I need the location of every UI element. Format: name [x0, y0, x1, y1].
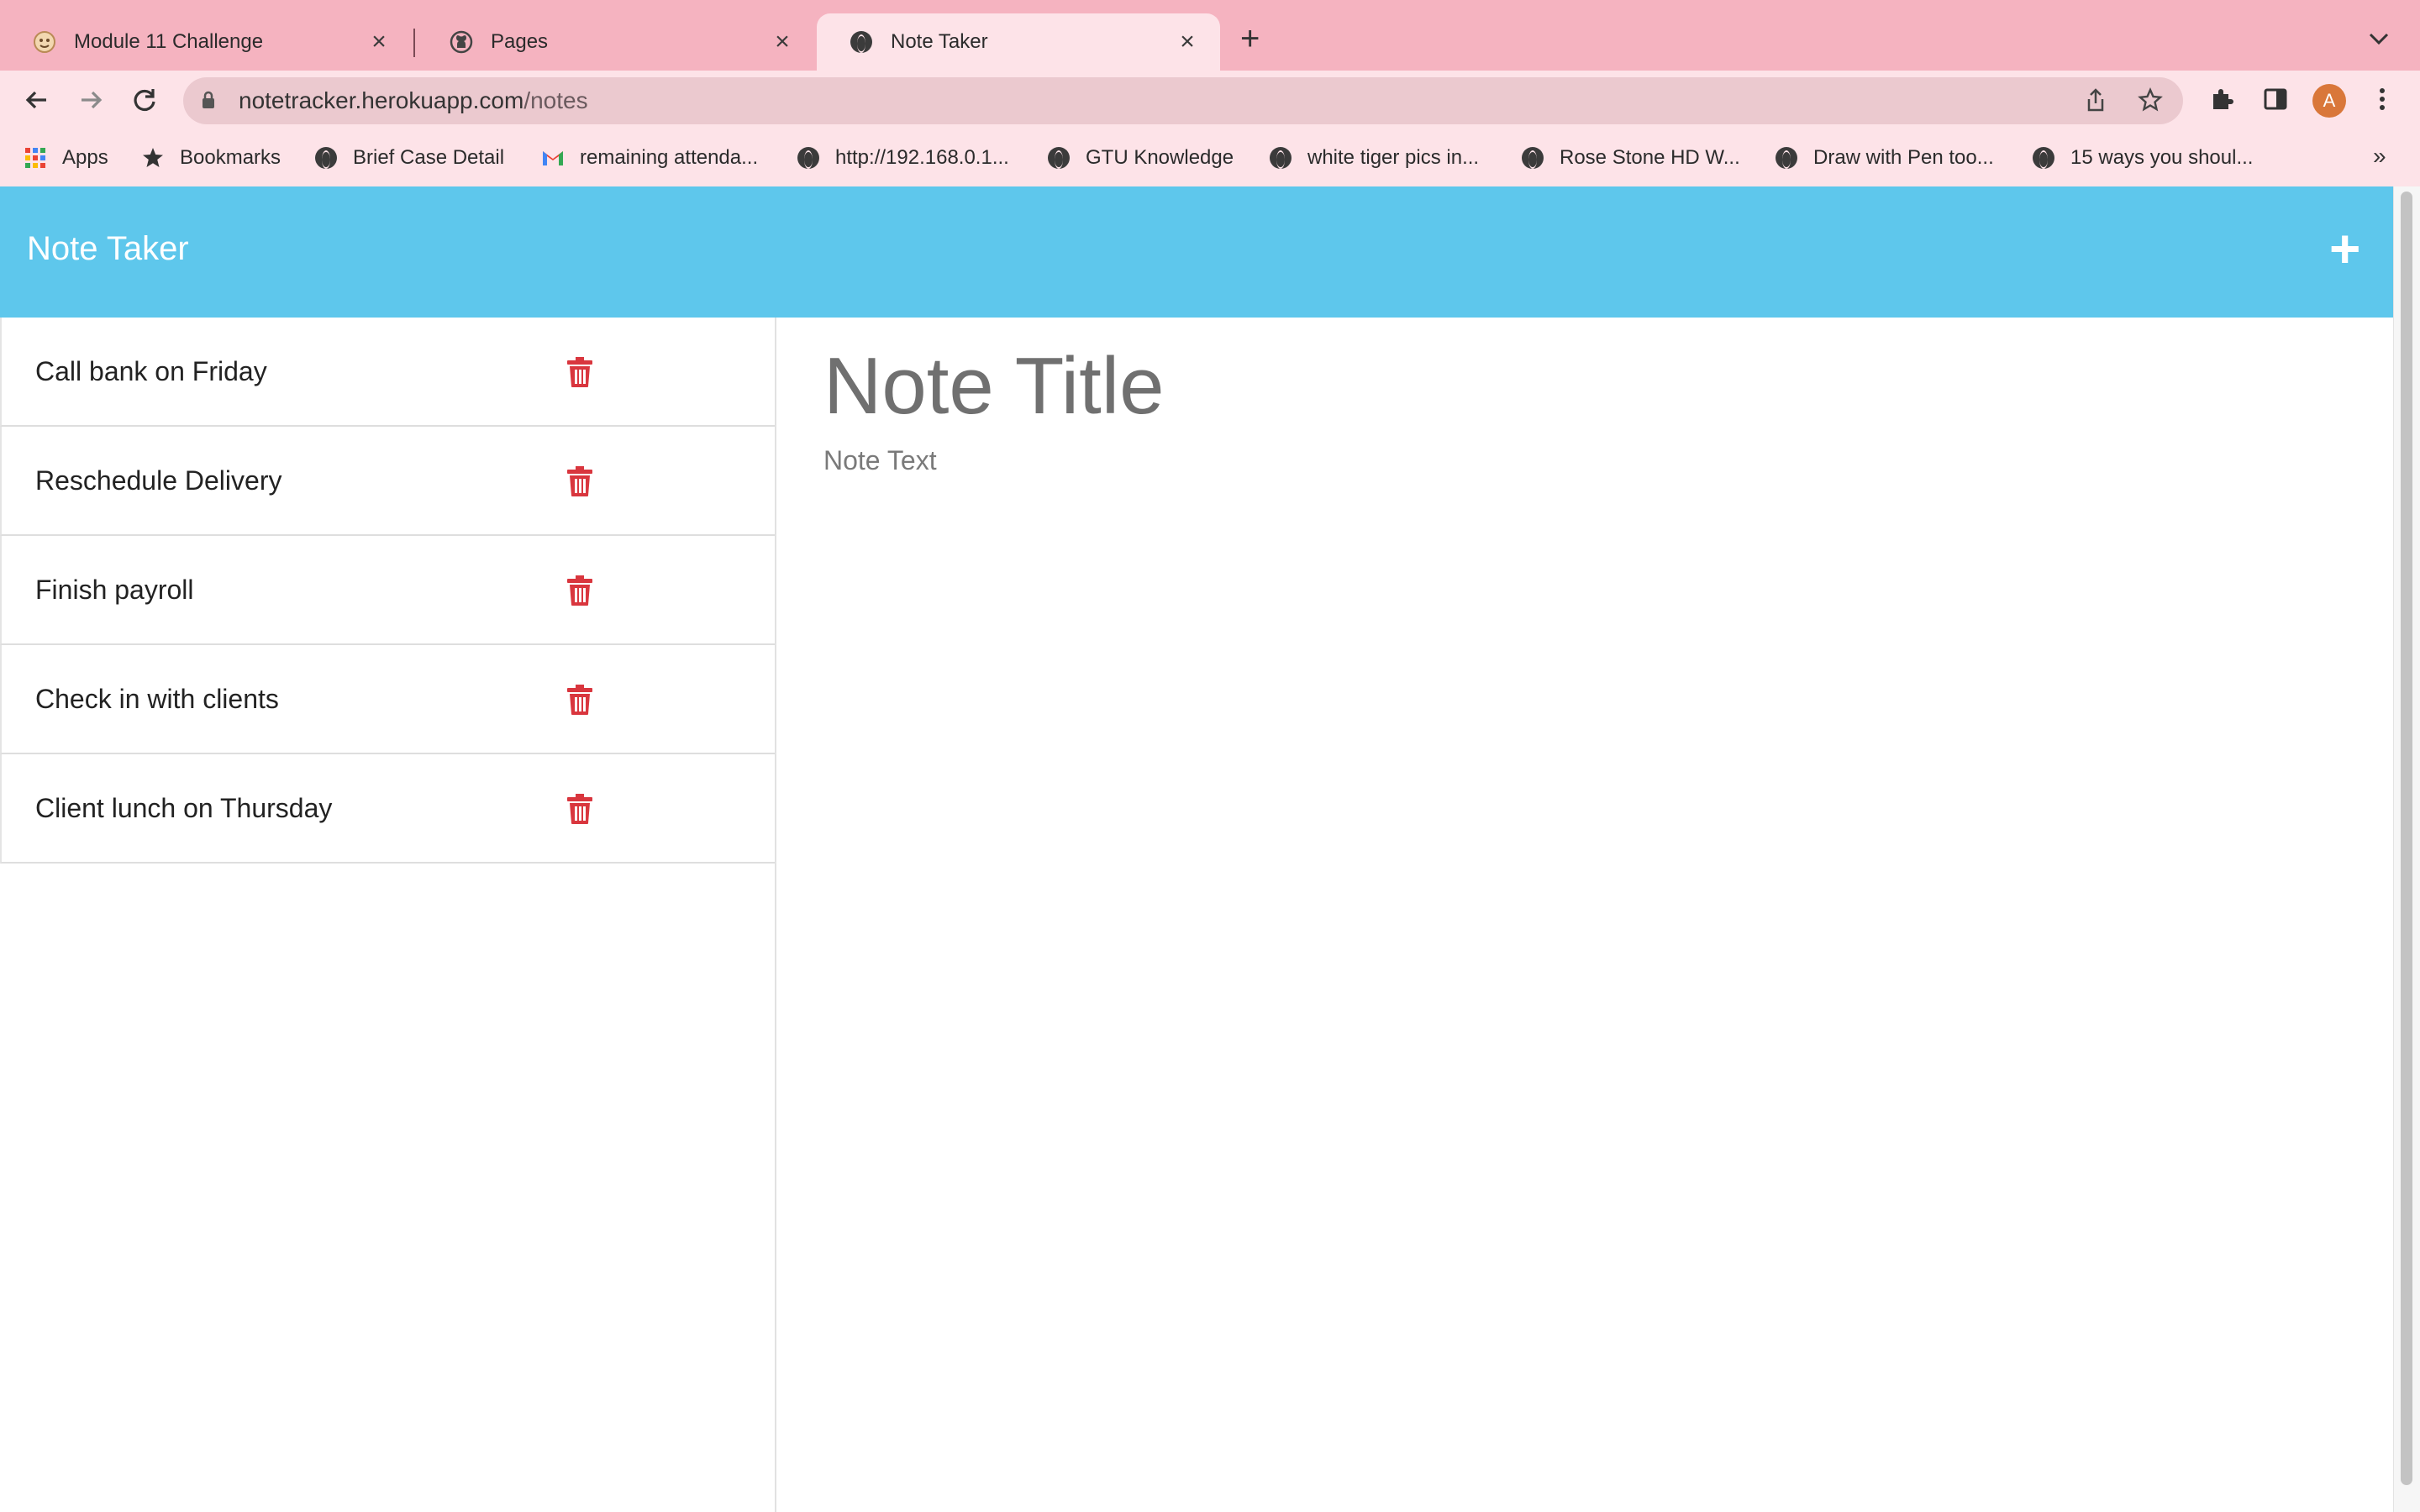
tab-label: Note Taker: [891, 30, 988, 53]
bookmark-label: remaining attenda...: [580, 146, 759, 169]
globe-icon: [849, 29, 874, 55]
globe-icon: [314, 146, 338, 170]
close-icon[interactable]: ×: [770, 28, 795, 56]
bookmark-white-tiger-pics[interactable]: white tiger pics in...: [1269, 146, 1479, 170]
globe-icon: [1269, 146, 1292, 170]
note-text-textarea[interactable]: [822, 444, 2254, 951]
trash-delete-icon[interactable]: [566, 684, 593, 716]
note-title[interactable]: Call bank on Friday: [35, 356, 267, 387]
url-text[interactable]: notetracker.herokuapp.com/notes: [239, 87, 588, 114]
tab-label: Module 11 Challenge: [74, 30, 264, 53]
globe-icon: [1521, 146, 1544, 170]
note-list-item[interactable]: Client lunch on Thursday: [0, 754, 775, 864]
trash-delete-icon[interactable]: [566, 465, 593, 497]
tab-module-11-challenge[interactable]: Module 11 Challenge ×: [0, 13, 412, 71]
tab-separator: [413, 29, 415, 57]
page-scrollbar[interactable]: [2393, 186, 2420, 1512]
bookmark-remaining-attendance[interactable]: remaining attenda...: [541, 146, 758, 170]
browser-toolbar: notetracker.herokuapp.com/notes A: [0, 71, 2420, 131]
bookmark-rose-stone[interactable]: Rose Stone HD W...: [1521, 146, 1740, 170]
bookmark-label: Draw with Pen too...: [1813, 146, 1994, 169]
app-brand[interactable]: Note Taker: [27, 230, 189, 268]
bookmark-local-ip[interactable]: http://192.168.0.1...: [797, 146, 1009, 170]
star-icon: [141, 146, 165, 170]
globe-icon: [2032, 146, 2055, 170]
bookmark-draw-with-pen[interactable]: Draw with Pen too...: [1775, 146, 1994, 170]
share-icon[interactable]: [2086, 87, 2106, 119]
globe-icon: [797, 146, 820, 170]
scrollbar-thumb[interactable]: [2401, 192, 2412, 1485]
bookmark-label: Brief Case Detail: [353, 146, 505, 169]
lock-icon: [203, 91, 214, 108]
apps-grid-icon: [24, 146, 47, 170]
bookmarks-bar: Apps Bookmarks Brief Case Detail remaini…: [0, 131, 2420, 188]
trash-delete-icon[interactable]: [566, 356, 593, 388]
close-icon[interactable]: ×: [1175, 28, 1200, 56]
trash-delete-icon[interactable]: [566, 575, 593, 606]
globe-icon: [1047, 146, 1071, 170]
back-arrow-icon: [25, 91, 46, 109]
note-title[interactable]: Reschedule Delivery: [35, 465, 281, 496]
browser-tab-strip: Module 11 Challenge × Pages × Note Taker…: [0, 0, 2420, 71]
forward-button[interactable]: [74, 86, 108, 120]
note-list: Call bank on Friday Reschedule Delivery …: [0, 318, 775, 864]
forward-arrow-icon: [82, 91, 103, 109]
bookmark-label: 15 ways you shoul...: [2070, 146, 2254, 169]
bookmark-brief-case-detail[interactable]: Brief Case Detail: [314, 146, 504, 170]
emoji-favicon-icon: [32, 29, 57, 55]
side-panel-icon[interactable]: [2262, 86, 2289, 119]
bookmark-label: GTU Knowledge: [1086, 146, 1234, 169]
back-button[interactable]: [20, 86, 54, 120]
bookmark-apps[interactable]: Apps: [24, 146, 108, 170]
app-navbar: Note Taker +: [0, 186, 2393, 318]
note-title-input[interactable]: [822, 339, 2254, 433]
more-bookmarks-chevron-icon[interactable]: »: [2373, 143, 2386, 170]
note-title[interactable]: Client lunch on Thursday: [35, 793, 332, 824]
url-path: /notes: [523, 87, 588, 113]
notes-sidebar: Call bank on Friday Reschedule Delivery …: [0, 318, 776, 1512]
bookmark-label: Bookmarks: [180, 146, 281, 169]
bookmark-gtu-knowledge[interactable]: GTU Knowledge: [1047, 146, 1234, 170]
new-tab-button[interactable]: +: [1240, 22, 1260, 55]
bookmark-15-ways[interactable]: 15 ways you shoul...: [2032, 146, 2253, 170]
new-note-plus-icon[interactable]: +: [2329, 222, 2360, 276]
note-list-item[interactable]: Finish payroll: [0, 536, 775, 645]
kebab-menu-icon[interactable]: [2378, 86, 2386, 119]
bookmark-label: white tiger pics in...: [1307, 146, 1480, 169]
globe-icon: [1775, 146, 1798, 170]
note-list-item[interactable]: Check in with clients: [0, 645, 775, 754]
reload-icon: [134, 89, 155, 112]
bookmark-star-icon[interactable]: [2138, 87, 2163, 119]
bookmark-folder-bookmarks[interactable]: Bookmarks: [141, 146, 281, 170]
tab-note-taker[interactable]: Note Taker ×: [817, 13, 1220, 71]
tab-label: Pages: [491, 30, 549, 53]
tab-search-chevron-icon[interactable]: [2368, 25, 2390, 52]
profile-avatar[interactable]: A: [2312, 84, 2346, 118]
note-list-item[interactable]: Reschedule Delivery: [0, 427, 775, 536]
note-editor: [778, 318, 2393, 1512]
url-host: notetracker.herokuapp.com: [239, 87, 524, 113]
bookmark-label: http://192.168.0.1...: [835, 146, 1009, 169]
reload-button[interactable]: [128, 86, 161, 120]
close-icon[interactable]: ×: [366, 28, 392, 56]
note-title[interactable]: Check in with clients: [35, 684, 279, 715]
gmail-icon: [541, 146, 565, 170]
note-list-item[interactable]: Call bank on Friday: [0, 318, 775, 427]
github-icon: [449, 29, 474, 55]
trash-delete-icon[interactable]: [566, 793, 593, 825]
bookmark-label: Apps: [62, 146, 108, 169]
tab-pages[interactable]: Pages ×: [417, 13, 815, 71]
extensions-puzzle-icon[interactable]: [2208, 86, 2235, 119]
bookmark-label: Rose Stone HD W...: [1560, 146, 1740, 169]
address-bar[interactable]: notetracker.herokuapp.com/notes: [183, 77, 2183, 124]
note-title[interactable]: Finish payroll: [35, 575, 194, 606]
